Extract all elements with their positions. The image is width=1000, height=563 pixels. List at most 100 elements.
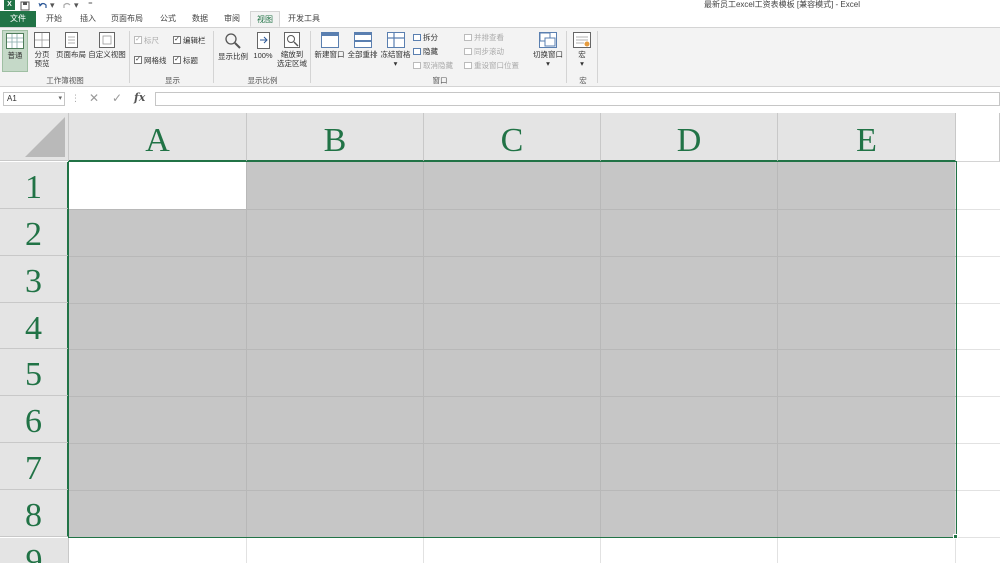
- select-all-triangle-icon: [25, 117, 65, 157]
- switch-windows-button[interactable]: 切换窗口 ▾: [530, 32, 566, 74]
- zoom-selection-label-2: 选定区域: [277, 59, 307, 68]
- page-layout-label: 页面布局: [56, 50, 86, 59]
- row-header-3[interactable]: 3: [0, 256, 69, 303]
- macros-button[interactable]: 宏 ▾: [569, 32, 595, 74]
- customize-icon[interactable]: ⁼: [88, 0, 93, 11]
- normal-view-button[interactable]: 普通: [2, 30, 28, 72]
- zoom-selection-label-1: 缩放到: [280, 50, 304, 59]
- row-header-1[interactable]: 1: [0, 162, 69, 209]
- redo-icon[interactable]: [62, 0, 72, 11]
- split-label: 拆分: [423, 32, 438, 42]
- page-break-preview-button[interactable]: 分页 预览: [30, 32, 54, 74]
- group-label-show: 显示: [165, 76, 180, 85]
- zoom-button[interactable]: 显示比例: [216, 32, 250, 74]
- row-header-9[interactable]: 9: [0, 538, 69, 563]
- switch-windows-dropdown-icon: ▾: [546, 59, 550, 68]
- column-header-d[interactable]: D: [601, 113, 778, 162]
- insert-function-icon[interactable]: fx: [134, 91, 145, 105]
- zoom-100-label: 100%: [253, 51, 273, 60]
- arrange-all-label: 全部重排: [347, 50, 378, 59]
- macros-icon: [573, 32, 591, 48]
- unhide-icon: [413, 61, 421, 69]
- tab-view[interactable]: 视图: [250, 11, 280, 27]
- new-window-button[interactable]: 新建窗口: [313, 32, 346, 74]
- ruler-checkbox[interactable]: ✓ 标尺: [134, 35, 159, 45]
- enter-icon[interactable]: ✓: [112, 91, 122, 105]
- zoom-label: 显示比例: [218, 52, 248, 61]
- gridlines-check-icon: ✓: [134, 56, 142, 64]
- gridlines-label: 网格线: [144, 55, 167, 65]
- group-label-macros: 宏: [579, 76, 587, 85]
- column-header-c[interactable]: C: [424, 113, 601, 162]
- freeze-panes-dropdown-icon: ▾: [393, 59, 398, 68]
- zoom-selection-icon: [284, 32, 300, 48]
- row-header-4[interactable]: 4: [0, 303, 69, 349]
- row-header-7[interactable]: 7: [0, 443, 69, 490]
- tab-review[interactable]: 审阅: [218, 11, 246, 27]
- column-header-a[interactable]: A: [69, 113, 247, 162]
- reset-position-label: 重设窗口位置: [474, 60, 519, 70]
- ruler-check-icon: ✓: [134, 36, 142, 44]
- macros-label: 宏: [578, 50, 586, 59]
- arrange-all-button[interactable]: 全部重排: [346, 32, 379, 74]
- headings-checkbox[interactable]: ✓ 标题: [173, 55, 198, 65]
- select-all-button[interactable]: [0, 113, 69, 161]
- save-icon[interactable]: [20, 0, 30, 11]
- reset-window-position-button[interactable]: 重设窗口位置: [464, 60, 519, 70]
- formula-bar-grip-icon: ⋮: [71, 93, 80, 103]
- custom-views-button[interactable]: 自定义视图: [88, 32, 126, 74]
- column-header-e[interactable]: E: [778, 113, 956, 162]
- ribbon-tabs: 文件 开始 插入 页面布局 公式 数据 审阅 视图 开发工具: [0, 11, 1000, 27]
- formula-input[interactable]: [155, 92, 1000, 106]
- split-button[interactable]: 拆分: [413, 32, 438, 42]
- page-layout-view-button[interactable]: 页面布局: [55, 32, 87, 74]
- tab-developer[interactable]: 开发工具: [284, 11, 324, 27]
- tab-insert[interactable]: 插入: [74, 11, 102, 27]
- row-header-5[interactable]: 5: [0, 349, 69, 396]
- freeze-panes-icon: [386, 32, 405, 48]
- undo-icon[interactable]: [38, 0, 48, 11]
- name-box-dropdown-icon[interactable]: ▾: [58, 93, 62, 105]
- group-divider: [310, 31, 311, 83]
- undo-dropdown-icon[interactable]: ▾: [50, 0, 55, 11]
- hide-button[interactable]: 隐藏: [413, 46, 438, 56]
- gridline: [246, 537, 247, 563]
- row-header-6[interactable]: 6: [0, 396, 69, 443]
- redo-dropdown-icon[interactable]: ▾: [74, 0, 79, 11]
- window-title: 最新员工excel工资表模板 [兼容模式] - Excel: [703, 0, 860, 9]
- page-break-label-1: 分页: [34, 50, 50, 59]
- formula-bar-label: 编辑栏: [183, 35, 206, 45]
- sync-scroll-button[interactable]: 同步滚动: [464, 46, 504, 56]
- group-label-zoom: 显示比例: [247, 76, 278, 85]
- gridlines-checkbox[interactable]: ✓ 网格线: [134, 55, 167, 65]
- formula-bar-checkbox[interactable]: ✓ 编辑栏: [173, 35, 206, 45]
- fill-handle[interactable]: [953, 534, 958, 539]
- sync-scroll-label: 同步滚动: [474, 46, 504, 56]
- tab-formulas[interactable]: 公式: [154, 11, 182, 27]
- tab-page-layout[interactable]: 页面布局: [108, 11, 146, 27]
- unhide-button[interactable]: 取消隐藏: [413, 60, 453, 70]
- tab-file[interactable]: 文件: [0, 11, 36, 27]
- macros-dropdown-icon: ▾: [580, 59, 584, 68]
- zoom-to-selection-button[interactable]: 缩放到 选定区域: [276, 32, 308, 74]
- row-header-2[interactable]: 2: [0, 209, 69, 256]
- custom-views-label: 自定义视图: [88, 50, 126, 59]
- page-break-icon: [34, 32, 50, 48]
- zoom-100-button[interactable]: 100%: [252, 32, 274, 74]
- title-bar: X ▾ ▾ ⁼ 最新员工excel工资表模板 [兼容模式] - Excel: [0, 0, 1000, 11]
- freeze-panes-button[interactable]: 冻结窗格 ▾: [379, 32, 412, 74]
- ribbon-view: 普通 分页 预览 页面布局 自定义视图 工作簿视图 ✓ 标尺 ✓ 编辑栏 ✓ 网…: [0, 27, 1000, 87]
- name-box[interactable]: A1 ▾: [3, 92, 65, 106]
- row-header-8[interactable]: 8: [0, 490, 69, 537]
- sync-scroll-icon: [464, 47, 472, 55]
- switch-windows-label: 切换窗口: [533, 50, 563, 59]
- tab-data[interactable]: 数据: [186, 11, 214, 27]
- view-side-by-side-button[interactable]: 并排查看: [464, 32, 504, 42]
- worksheet-grid: A B C D E 1 2 3 4 5 6 7 8 9: [0, 113, 1000, 563]
- cancel-icon[interactable]: ✕: [89, 91, 99, 105]
- column-header-b[interactable]: B: [247, 113, 424, 162]
- headings-label: 标题: [183, 55, 198, 65]
- tab-home[interactable]: 开始: [40, 11, 68, 27]
- column-header-f[interactable]: [956, 113, 1000, 162]
- reset-position-icon: [464, 61, 472, 69]
